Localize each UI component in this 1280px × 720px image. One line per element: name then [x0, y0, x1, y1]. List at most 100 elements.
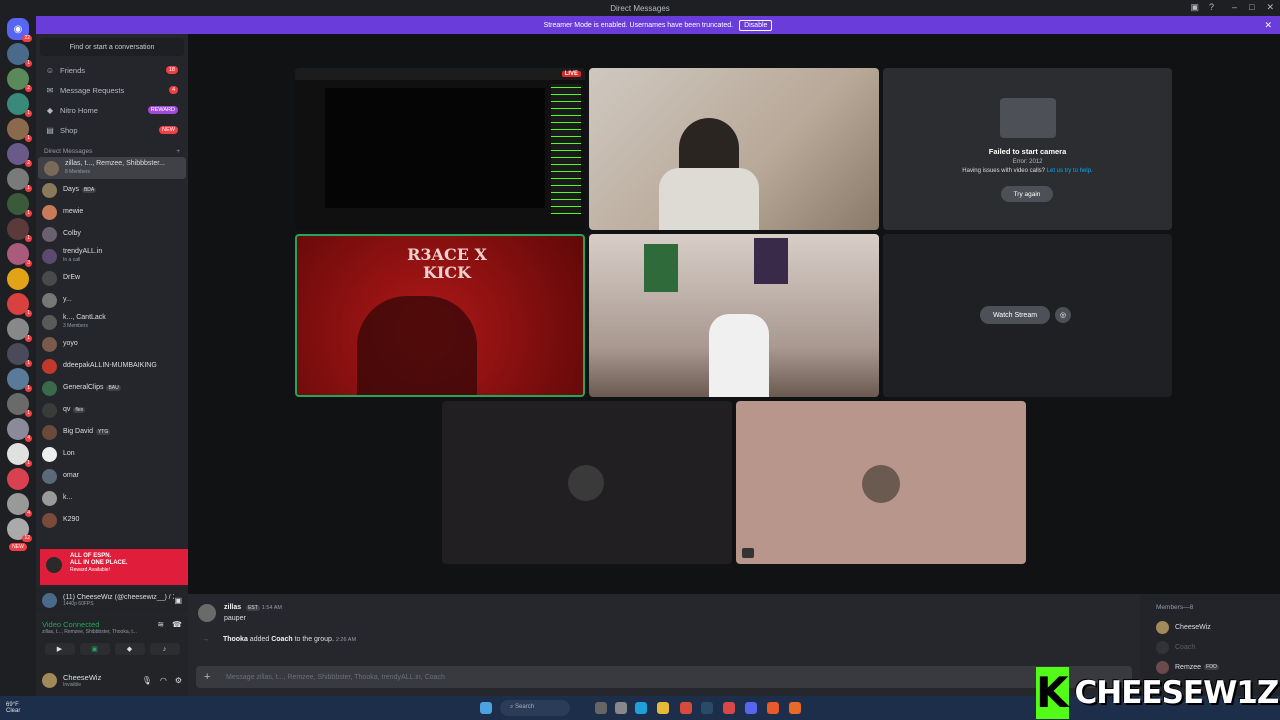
server-icon[interactable]: 2 [7, 143, 32, 167]
nav-item-message-requests[interactable]: ✉ Message Requests 4 [36, 80, 188, 100]
window-close-icon[interactable]: ✕ [1266, 2, 1274, 13]
dm-item[interactable]: DrEw [36, 267, 188, 289]
server-icon[interactable]: 1 [7, 193, 32, 217]
chrome-icon[interactable] [680, 702, 692, 714]
dm-item[interactable]: yoyo [36, 333, 188, 355]
dm-item[interactable]: y... [36, 289, 188, 311]
participant-video-tile[interactable]: R3ACE X KICK [295, 234, 585, 397]
watch-stream-button[interactable]: Watch Stream [980, 306, 1050, 324]
attach-plus-icon[interactable]: + [204, 671, 210, 683]
dm-item[interactable]: Days BDA [36, 179, 188, 201]
dm-item[interactable]: Big David YTG [36, 421, 188, 443]
weather-widget[interactable]: 69°F Clear [0, 702, 20, 714]
screen-share-tile[interactable]: LIVE [295, 68, 585, 230]
start-icon[interactable] [480, 702, 492, 714]
friends-icon: ☺ [45, 65, 55, 75]
server-icon[interactable] [7, 268, 29, 290]
nav-item-friends[interactable]: ☺ Friends 18 [36, 60, 188, 80]
dm-name: K290 [63, 516, 80, 523]
member-item[interactable]: CheeseWiz [1156, 617, 1264, 637]
screen-share-button[interactable]: ▣ [79, 643, 110, 655]
participant-video-tile[interactable] [589, 68, 879, 230]
noise-suppression-icon[interactable]: ≋ [157, 620, 164, 635]
system-target[interactable]: Coach [271, 636, 292, 643]
taskbar-app-icon[interactable] [595, 702, 607, 714]
dm-item[interactable]: ddeepakALLIN-MUMBAIKING [36, 355, 188, 377]
home-button[interactable]: ◉ 22 [7, 18, 32, 42]
microphone-icon[interactable]: 🎙 [142, 676, 152, 685]
taskbar-search[interactable]: ⌕ Search [500, 700, 570, 716]
soundboard-button[interactable]: ♪ [149, 643, 180, 655]
taskbar-app-icon[interactable] [615, 702, 627, 714]
server-icon[interactable]: 4 [7, 418, 32, 442]
server-icon[interactable]: 1 [7, 443, 32, 467]
dm-item[interactable]: k... [36, 487, 188, 509]
steam-icon[interactable] [701, 702, 713, 714]
message-placeholder: Message zillas, t..., Remzee, Shibbbster… [226, 673, 445, 681]
system-author[interactable]: Thooka [223, 636, 248, 643]
create-dm-icon[interactable]: + [176, 148, 180, 155]
message-input[interactable]: + Message zillas, t..., Remzee, Shibbbst… [196, 666, 1132, 688]
brave-icon[interactable] [767, 702, 779, 714]
nav-item-shop[interactable]: ▤ Shop NEW [36, 120, 188, 140]
help-icon[interactable]: ? [1209, 2, 1214, 13]
find-conversation-button[interactable]: Find or start a conversation [40, 38, 184, 56]
dm-item[interactable]: zillas, t..., Remzee, Shibbbster... 8 Mem… [38, 157, 186, 179]
server-icon[interactable]: 1 [7, 93, 32, 117]
activities-button[interactable]: ◆ [114, 643, 145, 655]
dm-item[interactable]: omar [36, 465, 188, 487]
server-icon[interactable]: 1 [7, 168, 32, 192]
server-icon[interactable]: 1 [7, 318, 32, 342]
banner-close-icon[interactable]: ✕ [1264, 20, 1272, 31]
window-controls: – □ ✕ [1232, 2, 1274, 13]
settings-gear-icon[interactable]: ⚙ [175, 676, 182, 685]
server-icon[interactable]: 1 [7, 368, 32, 392]
server-icon[interactable]: 1 [7, 218, 32, 242]
maximize-icon[interactable]: □ [1249, 2, 1254, 13]
participant-avatar-tile[interactable] [442, 401, 732, 564]
dm-item[interactable]: mewie [36, 201, 188, 223]
popout-stream-button[interactable]: ◎ [1055, 307, 1071, 323]
chat-message: zillas EST 1:54 AM [224, 604, 282, 611]
inbox-icon[interactable]: ▣ [1190, 2, 1199, 13]
server-icon[interactable]: 12 [7, 518, 32, 542]
participant-avatar-tile[interactable] [736, 401, 1026, 564]
minimize-icon[interactable]: – [1232, 2, 1237, 13]
server-icon[interactable]: 1 [7, 393, 32, 417]
taskbar-app-icon[interactable] [723, 702, 735, 714]
camera-button[interactable]: ▶ [44, 643, 75, 655]
dm-item[interactable]: trendyALL.in In a call [36, 245, 188, 267]
nav-item-nitro-home[interactable]: ◆ Nitro Home REWARD [36, 100, 188, 120]
server-icon[interactable]: 4 [7, 493, 32, 517]
user-avatar[interactable] [42, 672, 57, 688]
stop-stream-icon[interactable]: ▣ [174, 596, 182, 605]
dm-item[interactable]: Lon [36, 443, 188, 465]
member-item[interactable]: Coach [1156, 637, 1264, 657]
server-icon[interactable]: 1 [7, 343, 32, 367]
try-again-button[interactable]: Try again [1001, 186, 1053, 202]
disconnect-icon[interactable]: ☎ [172, 620, 182, 635]
disable-button[interactable]: Disable [739, 19, 773, 31]
discord-taskbar-icon[interactable] [745, 702, 757, 714]
dm-item[interactable]: k..., CantLack 3 Members [36, 311, 188, 333]
server-icon[interactable]: 3 [7, 243, 32, 267]
edge-icon[interactable] [635, 702, 647, 714]
participant-video-tile[interactable] [589, 234, 879, 397]
server-icon[interactable]: 1 [7, 43, 32, 67]
server-icon[interactable] [7, 468, 29, 490]
message-author[interactable]: zillas [224, 604, 241, 611]
server-icon[interactable]: 1 [7, 293, 32, 317]
help-link[interactable]: Let us try to help. [1047, 168, 1093, 174]
nav-label: Nitro Home [60, 105, 98, 115]
server-icon[interactable]: 2 [7, 68, 32, 92]
explorer-icon[interactable] [657, 702, 669, 714]
dm-item[interactable]: qv flex [36, 399, 188, 421]
dm-item[interactable]: Colby [36, 223, 188, 245]
nav-badge: 18 [165, 66, 178, 74]
dm-item[interactable]: GeneralClips BAU [36, 377, 188, 399]
server-icon[interactable]: 1 [7, 118, 32, 142]
taskbar-app-icon[interactable] [789, 702, 801, 714]
dm-item[interactable]: K290 [36, 509, 188, 531]
new-servers-pill[interactable]: NEW [9, 543, 27, 551]
headphones-icon[interactable]: ◠ [160, 676, 167, 685]
